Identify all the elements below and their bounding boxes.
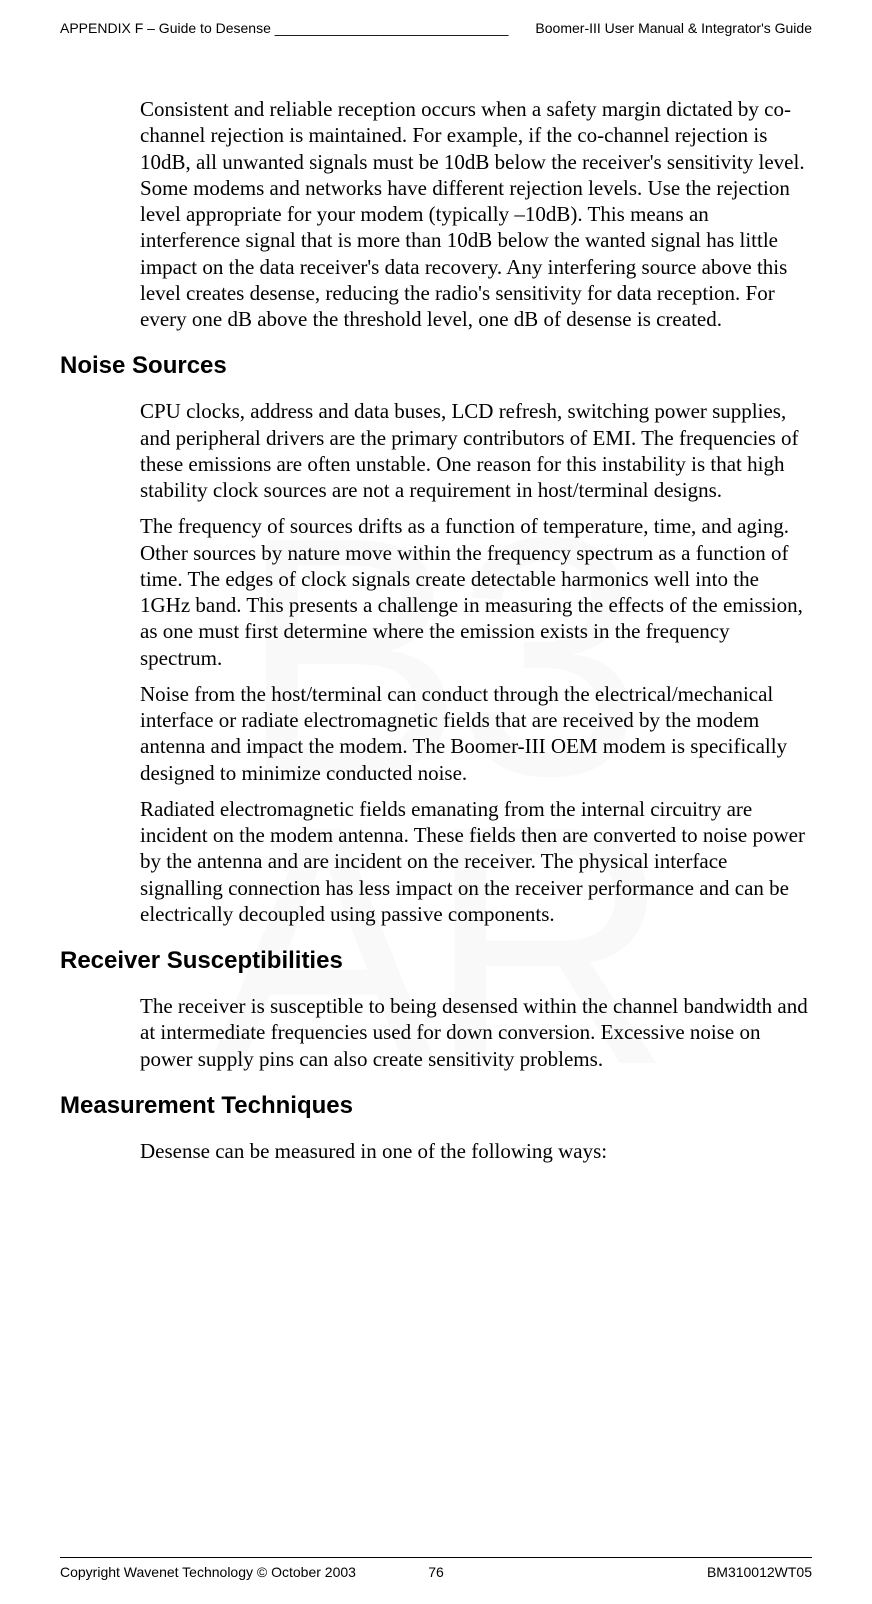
noise-paragraph-4: Radiated electromagnetic fields emanatin… [140, 796, 812, 927]
noise-paragraph-1: CPU clocks, address and data buses, LCD … [140, 398, 812, 503]
heading-receiver-susceptibilities: Receiver Susceptibilities [60, 947, 812, 975]
header-left: APPENDIX F – Guide to Desense __________… [60, 20, 508, 36]
intro-paragraph: Consistent and reliable reception occurs… [140, 96, 812, 332]
page-header: APPENDIX F – Guide to Desense __________… [60, 20, 812, 36]
receiver-paragraph-1: The receiver is susceptible to being des… [140, 993, 812, 1072]
heading-noise-sources: Noise Sources [60, 352, 812, 380]
footer-page-number: 76 [60, 1564, 812, 1580]
heading-measurement-techniques: Measurement Techniques [60, 1092, 812, 1120]
measurement-paragraph-1: Desense can be measured in one of the fo… [140, 1138, 812, 1164]
header-right: Boomer-III User Manual & Integrator's Gu… [535, 20, 812, 36]
noise-paragraph-3: Noise from the host/terminal can conduct… [140, 681, 812, 786]
noise-paragraph-2: The frequency of sources drifts as a fun… [140, 513, 812, 671]
page-footer: Copyright Wavenet Technology © October 2… [60, 1557, 812, 1580]
